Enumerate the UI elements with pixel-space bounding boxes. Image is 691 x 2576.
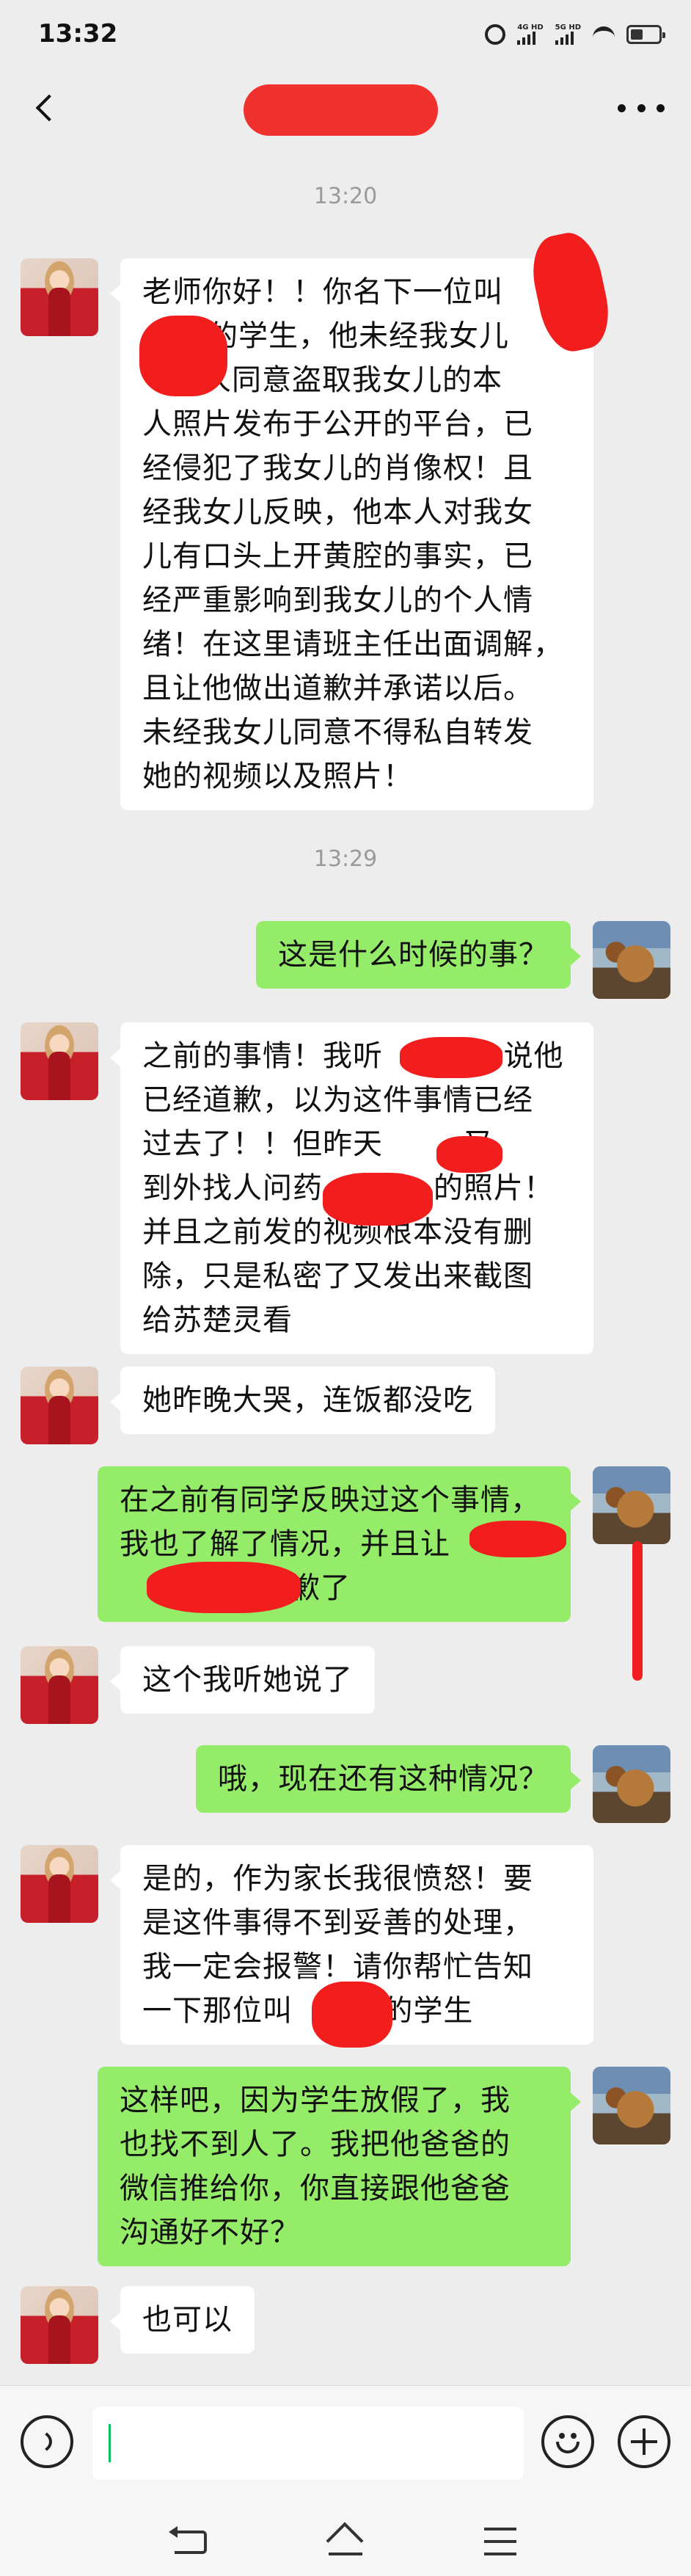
message-text: 这是什么时候的事？ (278, 938, 549, 972)
self-avatar[interactable] (593, 921, 670, 999)
redaction-mark (312, 1982, 392, 2048)
message-bubble-received[interactable]: 也可以 (110, 2286, 255, 2354)
status-icons: 4G HD 5G HD (485, 22, 665, 47)
wifi-icon (593, 26, 615, 43)
message-bubble-received[interactable]: 这个我听她说了 (110, 1646, 375, 1714)
contact-avatar[interactable] (21, 258, 98, 336)
message-text: 哦，现在还有这种情况？ (218, 1762, 549, 1796)
signal-4g-icon: 4G HD (517, 23, 544, 45)
text-caret (109, 2424, 111, 2462)
voice-icon (37, 2432, 56, 2451)
menu-nav-icon[interactable] (484, 2528, 516, 2555)
contact-avatar[interactable] (21, 1845, 98, 1923)
voice-input-button[interactable] (21, 2415, 73, 2468)
redaction-mark (469, 1521, 566, 1557)
more-actions-button[interactable] (618, 2415, 670, 2468)
home-nav-icon[interactable] (329, 2525, 362, 2558)
message-text: 这样吧，因为学生放假了，我 也找不到人了。我把他爸爸的 微信推给你，你直接跟他爸… (120, 2084, 511, 2249)
message-bubble-sent[interactable]: 这是什么时候的事？ (256, 921, 581, 989)
system-nav-bar (0, 2503, 691, 2576)
signal-label-2: 5G HD (555, 23, 581, 32)
signal-5g-icon: 5G HD (555, 24, 581, 45)
chevron-left-icon (35, 94, 63, 122)
more-dot-icon (657, 103, 665, 112)
redaction-mark (400, 1037, 502, 1078)
alarm-icon (485, 24, 506, 45)
redaction-mark (147, 1562, 301, 1613)
emoji-button[interactable] (541, 2415, 594, 2468)
redaction-mark (139, 316, 227, 396)
input-bar (0, 2385, 691, 2503)
redaction-mark (632, 1541, 643, 1681)
battery-icon (626, 25, 665, 44)
message-input[interactable] (92, 2406, 524, 2480)
self-avatar[interactable] (593, 2067, 670, 2144)
message-bubble-sent[interactable]: 这样吧，因为学生放假了，我 也找不到人了。我把他爸爸的 微信推给你，你直接跟他爸… (98, 2067, 581, 2266)
message-bubble-sent[interactable]: 哦，现在还有这种情况？ (196, 1745, 581, 1813)
contact-avatar[interactable] (21, 2286, 98, 2364)
back-button[interactable] (28, 90, 63, 125)
self-avatar[interactable] (593, 1745, 670, 1823)
message-text: 也可以 (142, 2303, 233, 2337)
contact-avatar[interactable] (21, 1022, 98, 1100)
message-bubble-received[interactable]: 她昨晚大哭，连饭都没吃 (110, 1367, 495, 1434)
redaction-mark (436, 1136, 502, 1173)
message-text: 她昨晚大哭，连饭都没吃 (142, 1383, 473, 1417)
more-dot-icon (637, 103, 646, 112)
timestamp: 13:20 (313, 183, 378, 209)
status-time: 13:32 (38, 19, 118, 48)
back-nav-icon[interactable] (169, 2526, 207, 2554)
message-text: 这个我听她说了 (142, 1663, 353, 1697)
more-dot-icon (618, 103, 626, 112)
timestamp: 13:29 (313, 846, 378, 872)
signal-label-1: 4G HD (517, 23, 544, 32)
status-bar: 13:32 4G HD 5G HD (0, 0, 691, 70)
more-options-button[interactable] (618, 101, 665, 115)
emoji-icon (556, 2442, 580, 2453)
self-avatar[interactable] (593, 1466, 670, 1544)
chat-header (0, 70, 691, 147)
chat-title-redacted (244, 84, 438, 136)
contact-avatar[interactable] (21, 1367, 98, 1444)
redaction-mark (323, 1173, 433, 1226)
contact-avatar[interactable] (21, 1646, 98, 1724)
